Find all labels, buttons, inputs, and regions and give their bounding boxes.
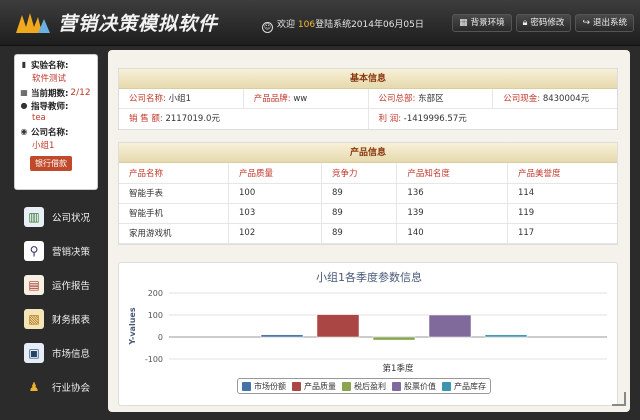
nav-market-info[interactable]: ▣ 市场信息 <box>0 336 104 370</box>
headquarters-value: 东部区 <box>418 94 444 104</box>
x-tick-label: 第1季度 <box>383 363 414 374</box>
basic-info-panel: 基本信息 公司名称: 小组1 产品品牌: ww 公司总部: 东部区 公司现金: … <box>118 68 618 130</box>
association-icon: ♟ <box>24 377 44 397</box>
bank-loan-button[interactable]: 银行借款 <box>30 156 72 171</box>
nav-marketing-decision[interactable]: ⚲ 营销决策 <box>0 234 104 268</box>
y-tick-label: 100 <box>148 311 163 320</box>
quarterly-chart: 小组1各季度参数信息 -100 0 100 200 Y-values 第1季度 市场份额产… <box>118 262 618 406</box>
main-nav: ▥ 公司状况 ⚲ 营销决策 ▤ 运作报告 ▧ 财务报表 ▣ 市场信息 ♟ 行业协会 <box>0 200 104 404</box>
logout-button[interactable]: ↪ 退出系统 <box>575 14 634 32</box>
bar-1 <box>260 334 304 338</box>
logo-icon <box>16 13 50 33</box>
cash-value: 8430004元 <box>542 94 590 104</box>
lock-icon: 🔒︎ <box>522 18 528 28</box>
brand-value: ww <box>293 94 308 104</box>
y-tick-label: -100 <box>145 355 163 364</box>
bar-2 <box>316 314 360 338</box>
smiley-icon: ☺ <box>262 22 273 33</box>
y-tick-label: 0 <box>158 333 163 342</box>
table-row: 家用游戏机 102 89 140 117 <box>119 223 617 244</box>
chart-legend: 市场份额 产品质量 税后盈利 股票价值 产品库存 <box>237 378 491 394</box>
current-period: 2/12 <box>70 88 91 98</box>
nav-financial-statements[interactable]: ▧ 财务报表 <box>0 302 104 336</box>
magnifier-icon: ⚲ <box>24 241 44 261</box>
phone-icon: ▮ <box>21 60 27 69</box>
product-info-panel: 产品信息 产品名称 产品质量 竞争力 产品知名度 产品美誉度 智能手表 100 89… <box>118 142 618 245</box>
bar-5 <box>484 334 528 338</box>
legend-swatch <box>442 381 451 391</box>
legend-label: 产品质量 <box>304 381 336 391</box>
legend-swatch <box>242 381 251 391</box>
app-header: 营销决策模拟软件 ☺ 欢迎 106登陆系统2014年06月05日 ▦ 背景环境 🔒︎… <box>0 0 640 46</box>
basic-info-heading: 基本信息 <box>119 69 617 89</box>
legend-swatch <box>392 381 401 391</box>
report-icon: ▤ <box>24 275 44 295</box>
person-icon: ● <box>20 101 28 110</box>
legend-item[interactable]: 税后盈利 <box>342 381 386 392</box>
legend-item[interactable]: 产品质量 <box>292 381 336 392</box>
nav-company-status[interactable]: ▥ 公司状况 <box>0 200 104 234</box>
app-title: 营销决策模拟软件 <box>58 13 219 35</box>
company-status-icon: ▥ <box>24 207 44 227</box>
legend-label: 税后盈利 <box>354 381 386 391</box>
product-table: 产品名称 产品质量 竞争力 产品知名度 产品美誉度 智能手表 100 89 136 11… <box>119 163 617 244</box>
user-id: 106 <box>297 20 316 30</box>
sales-value: 2117019.0元 <box>165 114 220 124</box>
main-content: 基本信息 公司名称: 小组1 产品品牌: ww 公司总部: 东部区 公司现金: … <box>108 50 630 412</box>
calendar-icon: ▦ <box>20 88 28 97</box>
table-header-row: 产品名称 产品质量 竞争力 产品知名度 产品美誉度 <box>119 163 617 184</box>
nav-industry-association[interactable]: ♟ 行业协会 <box>0 370 104 404</box>
bar-3 <box>372 336 416 341</box>
nav-operation-report[interactable]: ▤ 运作报告 <box>0 268 104 302</box>
experiment-name: 软件测试 <box>32 74 67 84</box>
bar-4 <box>428 314 472 338</box>
y-tick-label: 200 <box>148 289 163 298</box>
change-password-button[interactable]: 🔒︎ 密码修改 <box>515 14 572 32</box>
company-name-value: 小组1 <box>168 94 191 104</box>
company-name: 小组1 <box>32 141 55 151</box>
exit-arrow-icon: ↪ <box>582 18 590 28</box>
sidebar: ▮ 实验名称: 软件测试 ▦ 当前期数: 2/12 ● 指导教师: tea ◉ 公司名称:… <box>0 46 104 420</box>
legend-label: 产品库存 <box>454 381 486 391</box>
y-axis-label: Y-values <box>128 307 137 345</box>
legend-label: 市场份额 <box>254 381 286 391</box>
legend-item[interactable]: 股票价值 <box>392 381 436 392</box>
table-row: 智能手机 103 89 139 119 <box>119 203 617 224</box>
legend-swatch <box>292 381 301 391</box>
legend-label: 股票价值 <box>404 381 436 391</box>
finance-icon: ▧ <box>24 309 44 329</box>
profit-value: -1419996.57元 <box>403 114 467 124</box>
legend-swatch <box>342 381 351 391</box>
background-env-button[interactable]: ▦ 背景环境 <box>452 14 512 32</box>
globe-icon: ◉ <box>20 127 28 136</box>
experiment-info-box: ▮ 实验名称: 软件测试 ▦ 当前期数: 2/12 ● 指导教师: tea ◉ 公司名称:… <box>14 54 98 190</box>
legend-item[interactable]: 产品库存 <box>442 381 486 392</box>
teacher-name: tea <box>32 113 46 123</box>
resize-handle[interactable] <box>612 392 626 406</box>
table-row: 智能手表 100 89 136 114 <box>119 183 617 204</box>
product-info-heading: 产品信息 <box>119 143 617 163</box>
market-icon: ▣ <box>24 343 44 363</box>
legend-item[interactable]: 市场份额 <box>242 381 286 392</box>
grid-icon: ▦ <box>459 18 468 28</box>
welcome-text: ☺ 欢迎 106登陆系统2014年06月05日 <box>262 20 424 33</box>
